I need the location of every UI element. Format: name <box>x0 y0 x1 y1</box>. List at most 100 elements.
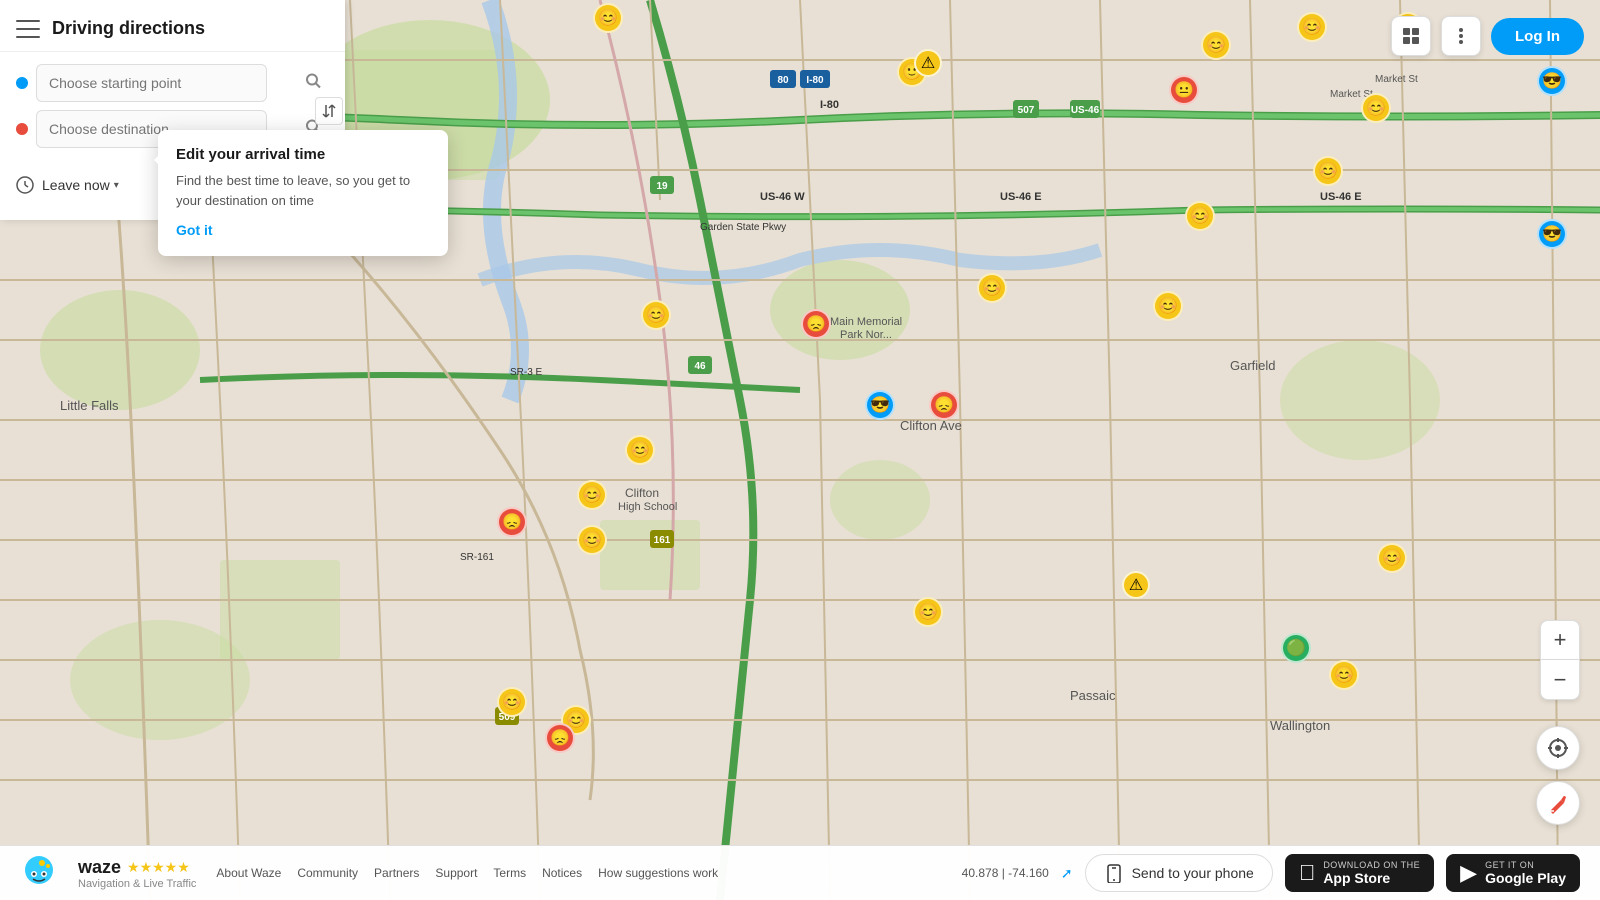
marker-m8[interactable]: 😊 <box>1313 156 1343 186</box>
more-menu-button[interactable] <box>1441 16 1481 56</box>
svg-text:High School: High School <box>618 501 677 513</box>
google-play-sub: Get it on <box>1485 860 1566 870</box>
destination-dot-icon <box>16 123 28 135</box>
app-store-badge[interactable]:  Download on the App Store <box>1285 854 1434 892</box>
waze-tagline: Navigation & Live Traffic <box>78 878 196 890</box>
svg-text:Wallington: Wallington <box>1270 718 1330 733</box>
marker-m28[interactable]: 😞 <box>545 723 575 753</box>
marker-m11[interactable]: 😊 <box>977 273 1007 303</box>
send-to-phone-button[interactable]: Send to your phone <box>1085 854 1273 892</box>
app-store-text: Download on the App Store <box>1323 860 1420 886</box>
google-play-text: Get it on Google Play <box>1485 860 1566 886</box>
marker-m20[interactable]: 😊 <box>577 525 607 555</box>
footer-links: About Waze Community Partners Support Te… <box>216 866 718 880</box>
community-link[interactable]: Community <box>297 866 358 880</box>
marker-m9[interactable]: 😊 <box>1185 201 1215 231</box>
leave-now-button[interactable]: Leave now ▾ <box>42 177 119 193</box>
svg-text:Little Falls: Little Falls <box>60 398 119 413</box>
svg-text:Main Memorial: Main Memorial <box>830 316 902 328</box>
marker-m21[interactable]: 😊 <box>1377 543 1407 573</box>
how-suggestions-link[interactable]: How suggestions work <box>598 866 718 880</box>
star-rating: ★★★★★ <box>127 859 190 876</box>
zoom-in-button[interactable]: + <box>1540 620 1580 660</box>
support-link[interactable]: Support <box>435 866 477 880</box>
send-to-phone-label: Send to your phone <box>1132 865 1254 881</box>
google-play-badge[interactable]: ▶ Get it on Google Play <box>1446 854 1580 892</box>
marker-m13[interactable]: 😊 <box>1153 291 1183 321</box>
marker-m16[interactable]: 😎 <box>865 390 895 420</box>
marker-m23[interactable]: ⚠ <box>1122 571 1150 599</box>
marker-m4[interactable]: ⚠ <box>914 49 942 77</box>
marker-m19[interactable]: 😞 <box>497 507 527 537</box>
svg-text:161: 161 <box>654 535 671 546</box>
starting-point-row <box>16 64 329 102</box>
grid-menu-button[interactable] <box>1391 16 1431 56</box>
marker-m17[interactable]: 😊 <box>625 435 655 465</box>
map-link-icon[interactable]: ➚ <box>1061 865 1073 882</box>
tooltip-body: Find the best time to leave, so you get … <box>176 171 430 210</box>
marker-m7[interactable]: 😊 <box>1361 93 1391 123</box>
waze-logo-text-group: waze ★★★★★ Navigation & Live Traffic <box>78 857 196 890</box>
svg-text:I-80: I-80 <box>806 75 824 86</box>
svg-text:507: 507 <box>1018 105 1035 116</box>
svg-text:US-46 E: US-46 E <box>1000 191 1042 203</box>
svg-text:Garden State Pkwy: Garden State Pkwy <box>700 222 786 233</box>
marker-m6[interactable]: 😎 <box>1537 66 1567 96</box>
swap-directions-button[interactable] <box>315 97 343 125</box>
svg-text:US-46: US-46 <box>1071 105 1100 116</box>
svg-text:80: 80 <box>777 75 789 86</box>
svg-text:Passaic: Passaic <box>1070 688 1116 703</box>
waze-name: waze <box>78 857 121 878</box>
report-button[interactable] <box>1536 781 1580 825</box>
phone-icon <box>1104 863 1124 883</box>
hamburger-menu-button[interactable] <box>16 20 40 38</box>
zoom-out-button[interactable]: − <box>1540 660 1580 700</box>
marker-m1[interactable]: 😊 <box>593 3 623 33</box>
about-waze-link[interactable]: About Waze <box>216 866 281 880</box>
footer-left: waze ★★★★★ Navigation & Live Traffic Abo… <box>20 854 718 892</box>
google-play-icon: ▶ <box>1460 860 1477 886</box>
svg-text:SR-161: SR-161 <box>460 552 494 563</box>
marker-m30[interactable]: 😊 <box>1297 12 1327 42</box>
marker-m15[interactable]: 😞 <box>929 390 959 420</box>
arrival-time-tooltip: Edit your arrival time Find the best tim… <box>158 130 448 256</box>
marker-m5[interactable]: 😐 <box>1169 75 1199 105</box>
sidebar-title: Driving directions <box>52 18 329 39</box>
svg-text:US-46 W: US-46 W <box>760 191 805 203</box>
origin-dot-icon <box>16 77 28 89</box>
marker-m18[interactable]: 😊 <box>577 480 607 510</box>
coordinates-text: 40.878 | -74.160 <box>962 866 1049 880</box>
svg-text:Garfield: Garfield <box>1230 358 1276 373</box>
marker-m10[interactable]: 😎 <box>1537 219 1567 249</box>
google-play-name: Google Play <box>1485 870 1566 886</box>
app-store-name: App Store <box>1323 870 1420 886</box>
zoom-controls: + − <box>1540 620 1580 700</box>
notices-link[interactable]: Notices <box>542 866 582 880</box>
got-it-button[interactable]: Got it <box>176 222 213 238</box>
marker-m25[interactable]: 😊 <box>1329 660 1359 690</box>
starting-point-input[interactable] <box>36 64 267 102</box>
marker-m29[interactable]: 😊 <box>641 300 671 330</box>
marker-m26[interactable]: 😊 <box>497 687 527 717</box>
search-origin-button[interactable] <box>305 73 321 94</box>
svg-text:US-46 E: US-46 E <box>1320 191 1362 203</box>
marker-m24[interactable]: 🟢 <box>1281 633 1311 663</box>
partners-link[interactable]: Partners <box>374 866 419 880</box>
marker-m2[interactable]: 😊 <box>1201 30 1231 60</box>
svg-text:Clifton Ave: Clifton Ave <box>900 418 962 433</box>
svg-text:Market St: Market St <box>1375 74 1418 85</box>
svg-text:46: 46 <box>694 361 706 372</box>
login-button[interactable]: Log In <box>1491 18 1584 55</box>
svg-text:19: 19 <box>656 181 668 192</box>
terms-link[interactable]: Terms <box>493 866 526 880</box>
footer-right: 40.878 | -74.160 ➚ Send to your phone  … <box>962 854 1580 892</box>
leave-now-label: Leave now <box>42 177 110 193</box>
my-location-button[interactable] <box>1536 726 1580 770</box>
hamburger-line-2 <box>16 28 40 30</box>
waze-logo-icon <box>20 854 58 892</box>
footer: waze ★★★★★ Navigation & Live Traffic Abo… <box>0 845 1600 900</box>
marker-m12[interactable]: 😞 <box>801 309 831 339</box>
top-right-controls: Log In <box>1391 16 1584 56</box>
marker-m22[interactable]: 😊 <box>913 597 943 627</box>
hamburger-line-3 <box>16 36 40 38</box>
